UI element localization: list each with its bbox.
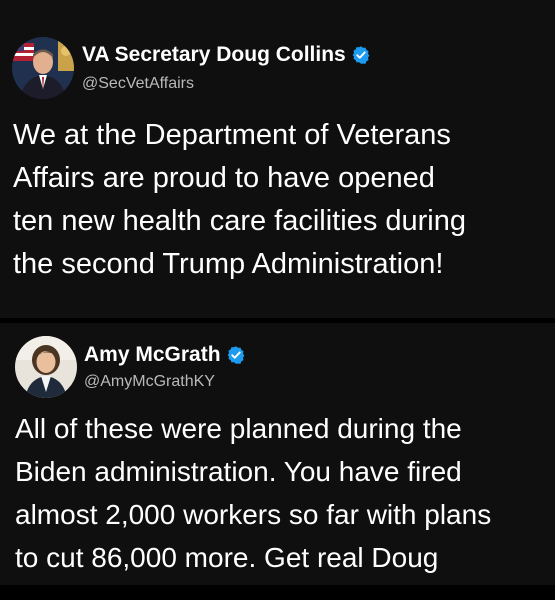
post-text-line: to cut 86,000 more. Get real Doug <box>15 542 439 573</box>
user-handle[interactable]: @SecVetAffairs <box>82 75 194 93</box>
avatar-amy-mcgrath[interactable] <box>15 336 77 398</box>
verified-badge-icon <box>351 45 371 65</box>
post-text: All of these were planned during the Bid… <box>15 407 545 579</box>
post-text-line: the second Trump Administration! <box>13 248 444 280</box>
post-card: VA Secretary Doug Collins @SecVetAffairs… <box>0 0 555 318</box>
author-row: Amy McGrath <box>84 343 246 367</box>
post-card: Amy McGrath @AmyMcGrathKY All of these w… <box>0 323 555 585</box>
post-text-line: We at the Department of Veterans <box>13 119 451 151</box>
verified-badge-icon <box>226 345 246 365</box>
post-text: We at the Department of Veterans Affairs… <box>13 114 548 286</box>
post-text-line: ten new health care facilities during <box>13 205 466 237</box>
display-name[interactable]: Amy McGrath <box>84 343 221 367</box>
user-handle[interactable]: @AmyMcGrathKY <box>84 373 215 391</box>
post-text-line: All of these were planned during the <box>15 413 462 444</box>
avatar-doug-collins[interactable] <box>12 37 74 99</box>
profile-photo-icon <box>15 336 77 398</box>
author-row: VA Secretary Doug Collins <box>82 43 371 67</box>
profile-photo-icon <box>12 37 74 99</box>
screenshot-frame: VA Secretary Doug Collins @SecVetAffairs… <box>0 0 555 600</box>
display-name[interactable]: VA Secretary Doug Collins <box>82 43 346 67</box>
post-text-line: almost 2,000 workers so far with plans <box>15 499 492 530</box>
post-text-line: Affairs are proud to have opened <box>13 162 435 194</box>
post-text-line: Biden administration. You have fired <box>15 456 462 487</box>
